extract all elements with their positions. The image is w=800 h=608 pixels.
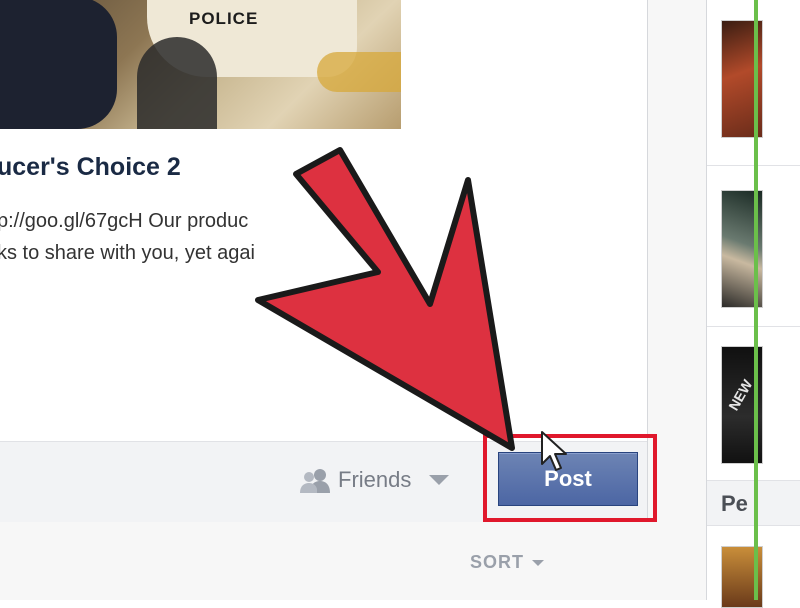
image-shape-dark-2 (137, 37, 217, 129)
post-description-line: p://goo.gl/67gcH Our produc (0, 210, 249, 232)
sort-dropdown[interactable]: SORT (470, 552, 545, 573)
post-description: p://goo.gl/67gcH Our produc ks to share … (0, 205, 357, 269)
highlight-box (483, 434, 657, 522)
chevron-down-icon (429, 475, 450, 485)
window-edge (754, 0, 758, 600)
chevron-down-icon (532, 559, 545, 566)
image-caption-text: POLICE (189, 9, 259, 28)
post-description-line: ks to share with you, yet agai (0, 242, 255, 264)
audience-label: Friends (338, 467, 412, 492)
right-sidebar: NEW Pe (706, 0, 800, 608)
mouse-cursor-icon (541, 431, 567, 471)
image-shape-dark (0, 0, 117, 129)
post-title[interactable]: ucer's Choice 2 (0, 153, 181, 182)
friends-icon (300, 469, 330, 493)
sort-label: SORT (470, 552, 525, 572)
audience-selector[interactable]: Friends (298, 464, 450, 496)
people-section-label: Pe (721, 491, 748, 516)
thumbnail-text: NEW (725, 376, 756, 414)
post-image[interactable]: POLICE (0, 0, 401, 129)
image-shape-yellow (317, 52, 401, 92)
